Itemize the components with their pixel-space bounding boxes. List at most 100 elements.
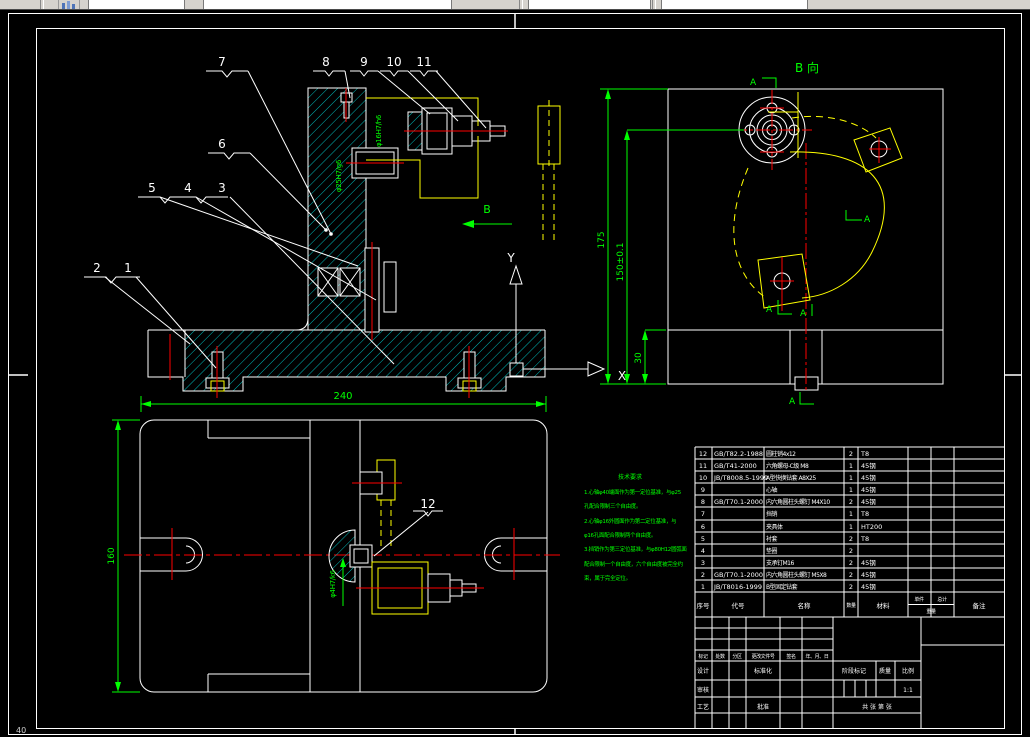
bom-row: 8 GB/T70.1-2000 内六角圆柱头螺钉 M4X10 2 45钢 — [701, 498, 876, 506]
fit-label-25: φ25H7/g6 — [335, 159, 343, 192]
svg-text:45钢: 45钢 — [861, 498, 876, 506]
svg-text:6: 6 — [701, 523, 705, 531]
dim-175: 175 — [597, 231, 607, 248]
tb-stage-mark: 阶段标记 — [842, 667, 866, 675]
svg-text:45钢: 45钢 — [861, 486, 876, 494]
bom-header-weight: 重量 — [926, 608, 936, 615]
svg-text:A: A — [766, 305, 773, 315]
bom-header-unit: 单件 — [914, 596, 924, 603]
balloon-12: 12 — [420, 497, 435, 511]
drawing-canvas[interactable]: 40 7 8 9 10 11 6 5 4 3 2 1 φ16H7/h6 φ25H… — [0, 0, 1030, 737]
tb-count: 处数 — [715, 653, 725, 660]
bom-row: 10 JB/T8008.5-1999A型快换钻套 A8X25 1 45钢 — [699, 474, 876, 482]
svg-text:GB/T41-2000: GB/T41-2000 — [714, 462, 757, 470]
tb-zone: 分区 — [732, 653, 742, 660]
svg-text:GB/T82.2-1988: GB/T82.2-1988 — [714, 450, 763, 458]
svg-text:挡销: 挡销 — [766, 510, 778, 518]
tb-date: 年、月、日 — [805, 653, 828, 660]
side-view-title: B 向 — [795, 60, 819, 75]
toolbar-separator — [40, 0, 44, 9]
svg-text:9: 9 — [701, 486, 705, 494]
svg-text:45钢: 45钢 — [861, 583, 876, 591]
svg-text:2: 2 — [849, 535, 853, 543]
svg-text:T8: T8 — [860, 535, 869, 543]
svg-text:11: 11 — [699, 462, 707, 470]
tb-change-doc: 更改文件号 — [751, 653, 774, 660]
balloon-3: 3 — [218, 181, 226, 195]
svg-text:夹具体: 夹具体 — [766, 523, 783, 531]
svg-text:φ4H7/k6: φ4H7/k6 — [329, 569, 337, 597]
bom-row: 1 JB/T8016-1999 B型固定钻套 2 45钢 — [701, 583, 876, 591]
svg-text:GB/T70.1-2000: GB/T70.1-2000 — [714, 571, 763, 579]
svg-text:45钢: 45钢 — [861, 571, 876, 579]
svg-text:2: 2 — [849, 498, 853, 506]
svg-text:3.挡销作为第三定位基准，与φ80H12圆弧面: 3.挡销作为第三定位基准，与φ80H12圆弧面 — [584, 545, 687, 553]
toolbar-combo-layer[interactable] — [88, 0, 185, 9]
balloon-10: 10 — [386, 55, 401, 69]
bom-header-seq: 序号 — [697, 601, 711, 610]
svg-text:4: 4 — [701, 547, 705, 555]
toolbar-combo-color[interactable] — [203, 0, 452, 9]
svg-text:圆柱销4x12: 圆柱销4x12 — [766, 450, 796, 458]
ucs-y-label: Y — [506, 251, 515, 265]
mandrel-section — [346, 147, 404, 179]
corner-text: 40 — [16, 726, 26, 735]
balloon-1: 1 — [124, 261, 132, 275]
bom-row: 11 GB/T41-2000 六角螺母-C级 M8 1 45钢 — [699, 462, 876, 470]
toolbar-combo-lineweight[interactable] — [661, 0, 808, 9]
svg-text:1: 1 — [849, 486, 853, 494]
svg-text:1: 1 — [849, 462, 853, 470]
svg-text:2.心轴φ16外圆面作为第二定位基准，与: 2.心轴φ16外圆面作为第二定位基准，与 — [584, 517, 676, 525]
svg-text:配合限制一个自由度，六个自由度被完全约: 配合限制一个自由度，六个自由度被完全约 — [584, 560, 684, 568]
bom-row: 2 GB/T70.1-2000 内六角圆柱头螺钉 M5X8 2 45钢 — [701, 571, 876, 579]
dim-240-text: 240 — [333, 391, 352, 402]
balloon-8: 8 — [322, 55, 330, 69]
svg-text:T8: T8 — [860, 450, 869, 458]
svg-text:1: 1 — [849, 510, 853, 518]
svg-text:A: A — [800, 309, 807, 319]
svg-text:2: 2 — [849, 450, 853, 458]
svg-text:GB/T70.1-2000: GB/T70.1-2000 — [714, 498, 763, 506]
toolbar-separator — [519, 0, 523, 9]
bom-header-code: 代号 — [732, 601, 746, 610]
toolbar-combo-linetype[interactable] — [528, 0, 651, 9]
svg-text:2: 2 — [701, 571, 705, 579]
svg-text:JB/T8008.5-1999: JB/T8008.5-1999 — [713, 474, 768, 482]
dim-160-text: 160 — [107, 547, 117, 564]
table-icon[interactable] — [58, 0, 80, 9]
tb-scale: 比例 — [902, 667, 914, 675]
svg-text:束，属于完全定位。: 束，属于完全定位。 — [584, 574, 631, 582]
tb-standardize: 标准化 — [754, 667, 772, 675]
bom-header-material: 材料 — [877, 601, 891, 610]
tb-sign: 签名 — [786, 653, 796, 660]
svg-text:心轴: 心轴 — [766, 486, 778, 494]
svg-text:12: 12 — [699, 450, 707, 458]
svg-text:45钢: 45钢 — [861, 559, 876, 567]
tb-approve: 批准 — [757, 703, 769, 711]
svg-text:B: B — [483, 203, 491, 216]
tb-check: 审核 — [697, 686, 709, 694]
bom-header-qty: 数量 — [846, 602, 856, 609]
fit-label-16: φ16H7/h6 — [375, 114, 383, 147]
svg-text:内六角圆柱头螺钉 M5X8: 内六角圆柱头螺钉 M5X8 — [766, 571, 827, 579]
balloon-4: 4 — [184, 181, 192, 195]
svg-text:2: 2 — [849, 583, 853, 591]
svg-text:孔配合限制三个自由度。: 孔配合限制三个自由度。 — [584, 502, 641, 510]
notes-title: 技术要求 — [618, 473, 642, 481]
dim-150: 150±0.1 — [616, 242, 626, 281]
svg-text:支承钉M16: 支承钉M16 — [766, 559, 794, 567]
svg-text:JB/T8016-1999: JB/T8016-1999 — [713, 583, 762, 591]
svg-text:45钢: 45钢 — [861, 474, 876, 482]
svg-text:A: A — [750, 78, 757, 88]
tb-process: 工艺 — [697, 703, 709, 711]
svg-text:2: 2 — [849, 547, 853, 555]
balloon-2: 2 — [93, 261, 101, 275]
svg-text:衬套: 衬套 — [766, 535, 778, 543]
toolbar — [0, 0, 1030, 10]
balloon-5: 5 — [148, 181, 156, 195]
bom-header-remark: 备注 — [973, 601, 987, 610]
tb-mass: 质量 — [879, 667, 891, 675]
svg-text:10: 10 — [699, 474, 707, 482]
svg-text:φ16孔面配合限制两个自由度。: φ16孔面配合限制两个自由度。 — [584, 531, 656, 539]
svg-text:1: 1 — [849, 523, 853, 531]
